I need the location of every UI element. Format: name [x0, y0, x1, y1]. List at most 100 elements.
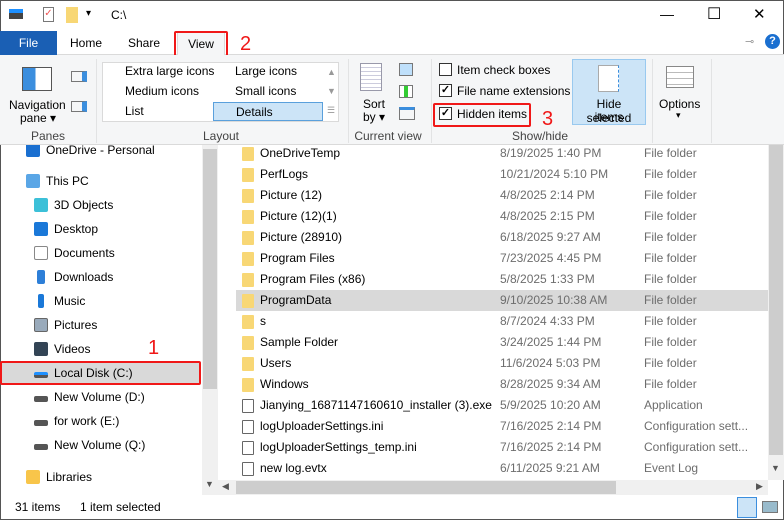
nav-pictures[interactable]: Pictures: [34, 314, 97, 336]
file-list-vertical-scrollbar[interactable]: ▼: [768, 145, 784, 480]
group-label-panes: Panes: [30, 129, 66, 143]
scroll-down-arrow[interactable]: ▼: [205, 479, 214, 489]
layout-list[interactable]: List: [103, 102, 144, 121]
file-row[interactable]: logUploaderSettings_temp.ini 7/16/2025 2:…: [236, 437, 768, 458]
file-row[interactable]: Picture (12) 4/8/2025 2:14 PM File folder: [236, 185, 768, 206]
checkmark-icon[interactable]: ✓: [439, 84, 452, 97]
folder-icon: [242, 252, 254, 266]
new-folder-icon[interactable]: [66, 7, 78, 23]
preview-pane-icon[interactable]: [71, 71, 87, 82]
file-row[interactable]: Jianying_16871147160610_installer (3).ex…: [236, 395, 768, 416]
file-type: File folder: [644, 335, 697, 349]
file-name-extensions-checkbox[interactable]: ✓ File name extensions: [437, 82, 570, 100]
sort-by-dropdown[interactable]: by ▾: [363, 110, 385, 124]
nav-libraries[interactable]: Libraries: [26, 466, 92, 488]
group-label-current-view: Current view: [354, 129, 422, 143]
file-row[interactable]: logUploaderSettings.ini 7/16/2025 2:14 PM…: [236, 416, 768, 437]
nav-new-volume-q[interactable]: New Volume (Q:): [34, 434, 145, 456]
file-date: 5/8/2025 1:33 PM: [500, 272, 595, 286]
file-row[interactable]: Picture (12)(1) 4/8/2025 2:15 PM File fold…: [236, 206, 768, 227]
file-date: 11/6/2024 5:03 PM: [500, 356, 601, 370]
file-name: s: [260, 314, 266, 328]
layout-extra-large-icons[interactable]: Extra large icons: [103, 62, 214, 81]
options-button[interactable]: Options: [659, 97, 700, 111]
nav-this-pc[interactable]: This PC: [26, 170, 89, 192]
gallery-scroll-icon[interactable]: ▲ ▼ ☰: [327, 63, 336, 120]
sort-icon[interactable]: [360, 63, 382, 91]
folder-icon: [242, 273, 254, 287]
folder-icon: [242, 168, 254, 182]
scroll-thumb[interactable]: [769, 145, 783, 455]
file-type: Configuration sett...: [644, 440, 749, 454]
layout-details[interactable]: Details: [213, 102, 323, 121]
file-row[interactable]: s 8/7/2024 4:33 PM File folder: [236, 311, 768, 332]
nav-downloads[interactable]: Downloads: [37, 266, 113, 288]
navigation-pane-button[interactable]: Navigation: [9, 98, 66, 112]
file-type: File folder: [644, 251, 697, 265]
item-check-boxes-checkbox[interactable]: Item check boxes: [437, 61, 550, 79]
checkbox-unchecked[interactable]: [439, 63, 452, 76]
maximize-button[interactable]: ☐: [707, 4, 721, 24]
add-columns-icon[interactable]: [399, 85, 413, 98]
navigation-pane-dropdown[interactable]: pane ▾: [20, 111, 56, 125]
file-row[interactable]: ProgramData 9/10/2025 10:38 AM File folder: [236, 290, 768, 311]
minimize-button[interactable]: —: [660, 6, 674, 22]
large-icons-view-button[interactable]: [762, 501, 778, 513]
file-date: 8/28/2025 9:34 AM: [500, 377, 601, 391]
file-date: 6/18/2025 9:27 AM: [500, 230, 601, 244]
sort-by-button[interactable]: Sort: [363, 97, 385, 111]
nav-3d-objects[interactable]: 3D Objects: [34, 194, 113, 216]
scroll-thumb[interactable]: [236, 481, 616, 494]
layout-medium-icons[interactable]: Medium icons: [103, 82, 199, 101]
file-row[interactable]: Sample Folder 3/24/2025 1:44 PM File folde…: [236, 332, 768, 353]
navigation-pane-icon[interactable]: [22, 67, 52, 91]
scroll-left-arrow[interactable]: ◀: [222, 481, 229, 492]
details-view-button[interactable]: [737, 497, 757, 518]
file-row[interactable]: Program Files (x86) 5/8/2025 1:33 PM File …: [236, 269, 768, 290]
nav-for-work-e[interactable]: for work (E:): [34, 410, 119, 432]
tab-home[interactable]: Home: [64, 31, 108, 55]
tab-file[interactable]: File: [0, 31, 57, 55]
file-row[interactable]: Picture (28910) 6/18/2025 9:27 AM File fol…: [236, 227, 768, 248]
nav-videos[interactable]: Videos: [34, 338, 90, 360]
file-row[interactable]: Users 11/6/2024 5:03 PM File folder: [236, 353, 768, 374]
file-row[interactable]: PerfLogs 10/21/2024 5:10 PM File folder: [236, 164, 768, 185]
file-name: Picture (28910): [260, 230, 343, 244]
layout-small-icons[interactable]: Small icons: [213, 82, 296, 101]
file-type: File folder: [644, 356, 697, 370]
close-button[interactable]: ✕: [753, 5, 766, 23]
nav-onedrive[interactable]: OneDrive - Personal: [26, 145, 155, 161]
file-type: File folder: [644, 167, 697, 181]
help-icon[interactable]: ?: [765, 34, 780, 49]
layout-large-icons[interactable]: Large icons: [213, 62, 297, 81]
file-date: 4/8/2025 2:14 PM: [500, 188, 595, 202]
scroll-down-arrow[interactable]: ▼: [771, 463, 780, 473]
size-columns-icon[interactable]: [399, 107, 415, 120]
file-row[interactable]: OneDriveTemp 8/19/2025 1:40 PM File folder: [236, 143, 768, 164]
file-type: Application: [644, 398, 703, 412]
nav-desktop[interactable]: Desktop: [34, 218, 98, 240]
scroll-right-arrow[interactable]: ▶: [756, 481, 763, 492]
file-row[interactable]: new log.evtx 6/11/2025 9:21 AM Event Log: [236, 458, 768, 479]
properties-icon[interactable]: ✓: [43, 7, 54, 22]
file-list-horizontal-scrollbar[interactable]: ◀ ▶: [218, 480, 768, 495]
options-icon[interactable]: [666, 66, 694, 88]
pin-icon[interactable]: ⊸: [745, 35, 754, 48]
ribbon: Navigation pane ▾ Panes Extra large icon…: [0, 55, 784, 145]
nav-music[interactable]: Music: [38, 290, 85, 312]
hide-selected-items-button[interactable]: Hide selected items: [572, 59, 646, 125]
tab-share[interactable]: Share: [122, 31, 166, 55]
folder-icon: [242, 294, 254, 308]
customize-toolbar-icon[interactable]: ▾: [86, 8, 91, 19]
nav-documents[interactable]: Documents: [34, 242, 115, 264]
details-pane-icon[interactable]: [71, 101, 87, 112]
nav-scroll-thumb[interactable]: [203, 149, 217, 389]
file-row[interactable]: Windows 8/28/2025 9:34 AM File folder: [236, 374, 768, 395]
file-row[interactable]: Program Files 7/23/2025 4:45 PM File folde…: [236, 248, 768, 269]
options-dropdown-arrow[interactable]: ▾: [676, 110, 681, 121]
window-title: C:\: [111, 8, 127, 22]
nav-scrollbar[interactable]: ▼: [202, 145, 218, 495]
nav-new-volume-d[interactable]: New Volume (D:): [34, 386, 145, 408]
file-type: File folder: [644, 314, 697, 328]
group-by-icon[interactable]: [399, 63, 413, 76]
